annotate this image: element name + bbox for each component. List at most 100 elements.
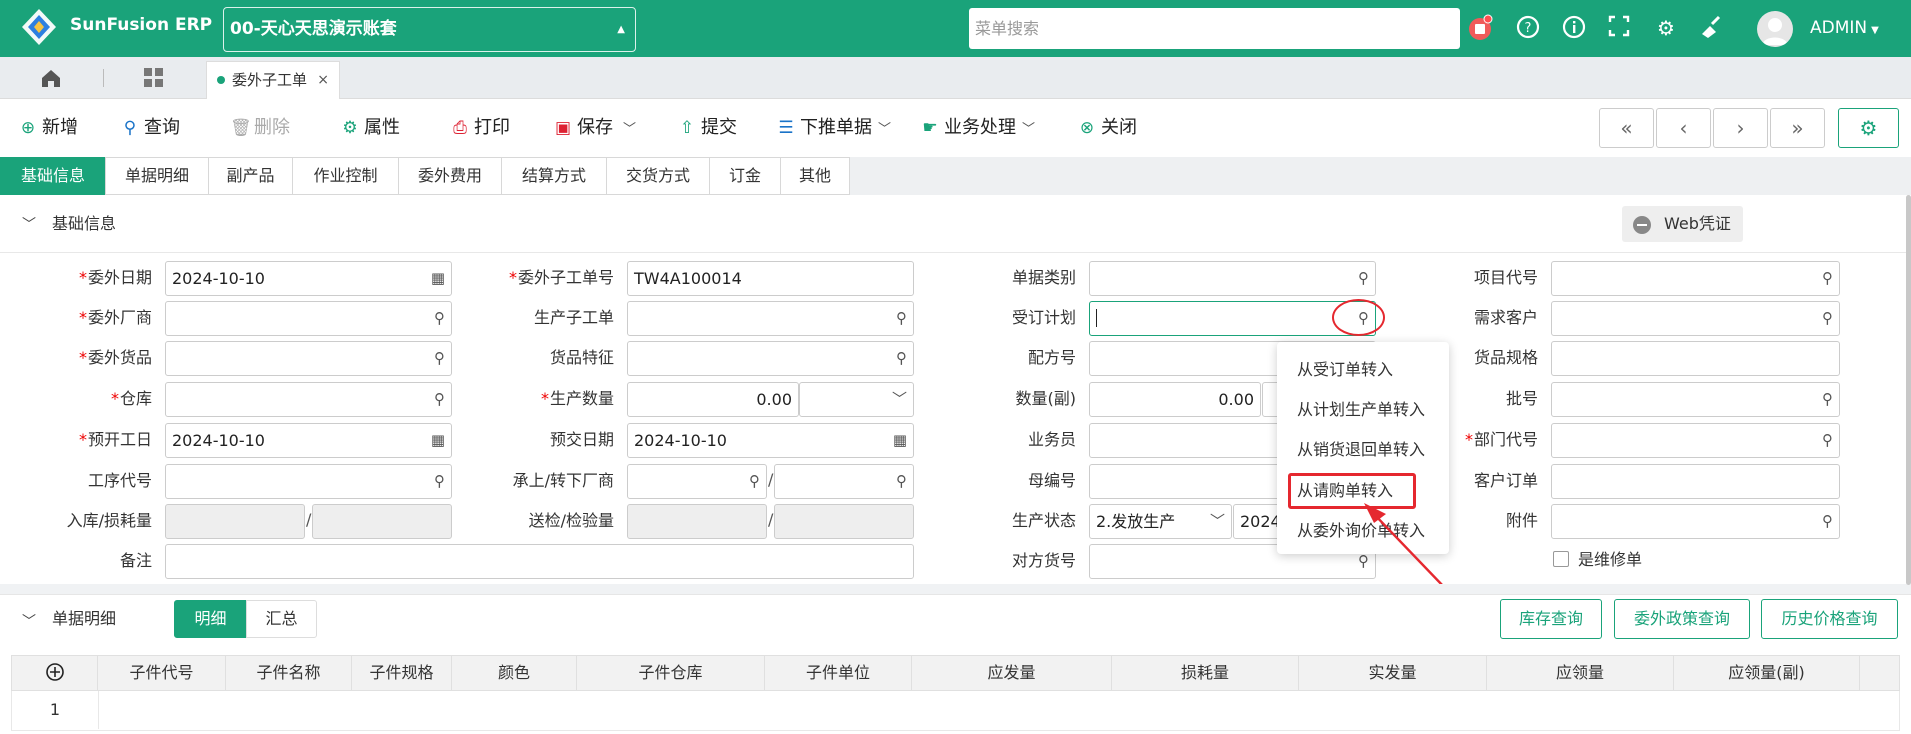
tab-by-product[interactable]: 副产品 <box>208 157 293 195</box>
avatar[interactable] <box>1757 11 1793 47</box>
next-record-button[interactable]: › <box>1713 108 1768 148</box>
search-icon[interactable]: ⚲ <box>1822 302 1833 335</box>
col-actual-issue[interactable]: 实发量 <box>1299 656 1487 690</box>
col-part-unit[interactable]: 子件单位 <box>765 656 912 690</box>
dropdown-item-from-sales-order[interactable]: 从受订单转入 <box>1277 350 1449 390</box>
table-row[interactable]: 1 <box>11 691 1900 731</box>
repair-checkbox[interactable] <box>1553 551 1569 567</box>
col-should-receive-sub[interactable]: 应领量(副) <box>1674 656 1860 690</box>
web-voucher-button[interactable]: Web凭证 <box>1622 206 1743 242</box>
first-record-button[interactable]: « <box>1599 108 1654 148</box>
outsource-date-field[interactable]: 2024-10-10 ▦ <box>165 261 452 296</box>
property-button[interactable]: ⚙ 属性 <box>340 115 400 141</box>
search-icon[interactable]: ⚲ <box>434 342 445 375</box>
col-part-spec[interactable]: 子件规格 <box>352 656 452 690</box>
process-code-field[interactable]: ⚲ <box>165 464 452 499</box>
project-field[interactable]: ⚲ <box>1551 261 1840 296</box>
upstream-vendor-field[interactable]: ⚲ <box>627 464 767 499</box>
customer-order-field[interactable] <box>1551 464 1840 499</box>
dropdown-item-from-sales-return[interactable]: 从销货退回单转入 <box>1277 430 1449 470</box>
due-date-field[interactable]: 2024-10-10 ▦ <box>627 423 914 458</box>
tab-outsource-sub-order[interactable]: 委外子工单 × <box>206 61 340 99</box>
col-should-receive[interactable]: 应领量 <box>1487 656 1674 690</box>
calendar-icon[interactable]: ▦ <box>431 262 445 295</box>
col-part-name[interactable]: 子件名称 <box>226 656 352 690</box>
account-select[interactable]: 00-天心天思演示账套 ▲ <box>223 7 636 52</box>
tab-outsource-fee[interactable]: 委外费用 <box>398 157 502 195</box>
tab-deposit[interactable]: 订金 <box>709 157 781 195</box>
attachment-field[interactable]: ⚲ <box>1551 504 1840 539</box>
form-settings-button[interactable]: ⚙ <box>1838 108 1899 148</box>
remark-field[interactable] <box>165 544 914 579</box>
tab-other[interactable]: 其他 <box>780 157 850 195</box>
vendor-field[interactable]: ⚲ <box>165 301 452 336</box>
grid-apps-icon[interactable] <box>144 68 164 92</box>
query-button[interactable]: ⚲ 查询 <box>120 115 180 141</box>
message-icon[interactable] <box>1466 14 1494 42</box>
tab-delivery[interactable]: 交货方式 <box>606 157 710 195</box>
search-icon[interactable]: ⚲ <box>1822 262 1833 295</box>
delete-button[interactable]: 🗑 删除 <box>230 115 290 141</box>
price-history-query-button[interactable]: 历史价格查询 <box>1761 599 1898 639</box>
start-date-field[interactable]: 2024-10-10 ▦ <box>165 423 452 458</box>
downstream-vendor-field[interactable]: ⚲ <box>774 464 914 499</box>
save-button[interactable]: ▣ 保存 ﹀ <box>553 115 636 141</box>
search-icon[interactable]: ⚲ <box>896 302 907 335</box>
prod-qty-field[interactable]: 0.00 <box>627 382 799 417</box>
search-icon[interactable]: ⚲ <box>896 465 907 498</box>
col-should-issue[interactable]: 应发量 <box>912 656 1112 690</box>
scrollbar[interactable] <box>1906 195 1911 585</box>
add-button[interactable]: ⊕ 新增 <box>18 115 78 141</box>
prod-sub-order-field[interactable]: ⚲ <box>627 301 914 336</box>
tab-basic-info[interactable]: 基础信息 <box>0 157 106 195</box>
add-row-icon[interactable] <box>12 656 98 690</box>
outsource-policy-query-button[interactable]: 委外政策查询 <box>1614 599 1750 639</box>
dept-field[interactable]: ⚲ <box>1551 423 1840 458</box>
fullscreen-icon[interactable] <box>1605 14 1633 42</box>
col-part-warehouse[interactable]: 子件仓库 <box>577 656 765 690</box>
col-part-code[interactable]: 子件代号 <box>98 656 226 690</box>
push-document-button[interactable]: ☰ 下推单据 ﹀ <box>776 115 891 141</box>
calendar-icon[interactable]: ▦ <box>431 424 445 457</box>
goods-feature-field[interactable]: ⚲ <box>627 341 914 376</box>
search-icon[interactable]: ⚲ <box>1822 505 1833 538</box>
last-record-button[interactable]: » <box>1770 108 1825 148</box>
help-icon[interactable]: ? <box>1514 14 1542 42</box>
collapse-chevron-icon[interactable]: ﹀ <box>22 611 36 631</box>
search-icon[interactable]: ⚲ <box>896 342 907 375</box>
doc-type-field[interactable]: ⚲ <box>1089 261 1376 296</box>
prev-record-button[interactable]: ‹ <box>1656 108 1711 148</box>
search-icon[interactable]: ⚲ <box>434 383 445 416</box>
collapse-chevron-icon[interactable]: ﹀ <box>22 214 36 234</box>
tab-settlement[interactable]: 结算方式 <box>501 157 607 195</box>
search-icon[interactable]: ⚲ <box>1822 424 1833 457</box>
prod-status-select[interactable]: 2.发放生产 ﹀ <box>1089 504 1232 539</box>
business-process-button[interactable]: ☛ 业务处理 ﹀ <box>920 115 1035 141</box>
home-icon[interactable] <box>40 67 62 93</box>
batch-field[interactable]: ⚲ <box>1551 382 1840 417</box>
col-color[interactable]: 颜色 <box>452 656 577 690</box>
submit-button[interactable]: ⇧ 提交 <box>677 115 737 141</box>
info-icon[interactable] <box>1560 14 1588 42</box>
search-icon[interactable]: ⚲ <box>1358 262 1369 295</box>
close-button[interactable]: ⊗ 关闭 <box>1077 115 1137 141</box>
user-menu[interactable]: ADMIN ▼ <box>1810 16 1879 43</box>
search-icon[interactable]: ⚲ <box>434 302 445 335</box>
summary-view-toggle[interactable]: 汇总 <box>246 600 317 638</box>
clear-cache-icon[interactable] <box>1697 14 1725 42</box>
tab-operation-control[interactable]: 作业控制 <box>292 157 399 195</box>
dropdown-item-from-plan-order[interactable]: 从计划生产单转入 <box>1277 390 1449 430</box>
goods-field[interactable]: ⚲ <box>165 341 452 376</box>
calendar-icon[interactable]: ▦ <box>893 424 907 457</box>
demand-customer-field[interactable]: ⚲ <box>1551 301 1840 336</box>
search-icon[interactable]: ⚲ <box>1822 383 1833 416</box>
qty-sub-field[interactable]: 0.00 <box>1089 382 1261 417</box>
col-loss-qty[interactable]: 损耗量 <box>1112 656 1299 690</box>
goods-spec-field[interactable] <box>1551 341 1840 376</box>
search-icon[interactable]: ⚲ <box>434 465 445 498</box>
tab-document-detail[interactable]: 单据明细 <box>105 157 209 195</box>
sub-order-no-field[interactable]: TW4A100014 <box>627 261 914 296</box>
warehouse-field[interactable]: ⚲ <box>165 382 452 417</box>
settings-gear-icon[interactable]: ⚙ <box>1652 14 1680 42</box>
inventory-query-button[interactable]: 库存查询 <box>1500 599 1602 639</box>
